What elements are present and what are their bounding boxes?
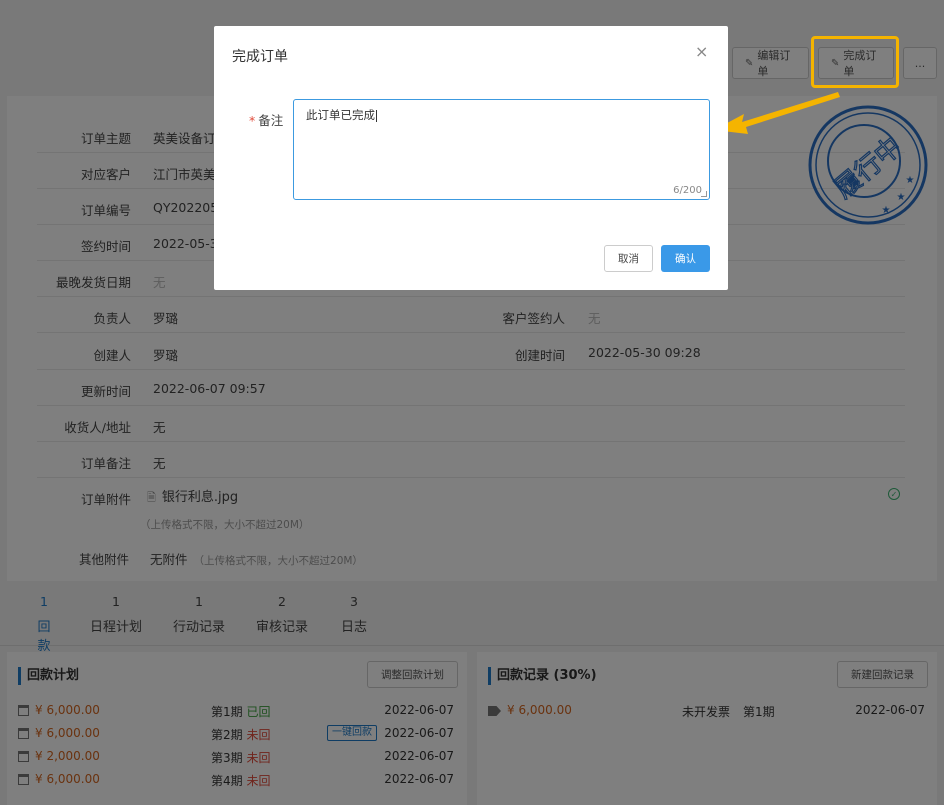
close-icon[interactable]: × [695, 42, 708, 61]
remark-label: * 备注 [249, 110, 283, 129]
confirm-button[interactable]: 确认 [661, 245, 710, 272]
cancel-button[interactable]: 取消 [604, 245, 653, 272]
remark-textarea[interactable]: 此订单已完成 6/200 [293, 99, 710, 200]
char-counter: 6/200 [673, 185, 702, 196]
complete-order-dialog: 完成订单 × * 备注 此订单已完成 6/200 取消 确认 [214, 26, 728, 290]
remark-label-text: 备注 [258, 113, 284, 128]
remark-text: 此订单已完成 [306, 108, 375, 122]
required-mark: * [249, 113, 256, 128]
text-caret [376, 109, 377, 122]
resize-handle-icon[interactable] [701, 191, 707, 197]
dialog-title: 完成订单 [232, 49, 288, 65]
